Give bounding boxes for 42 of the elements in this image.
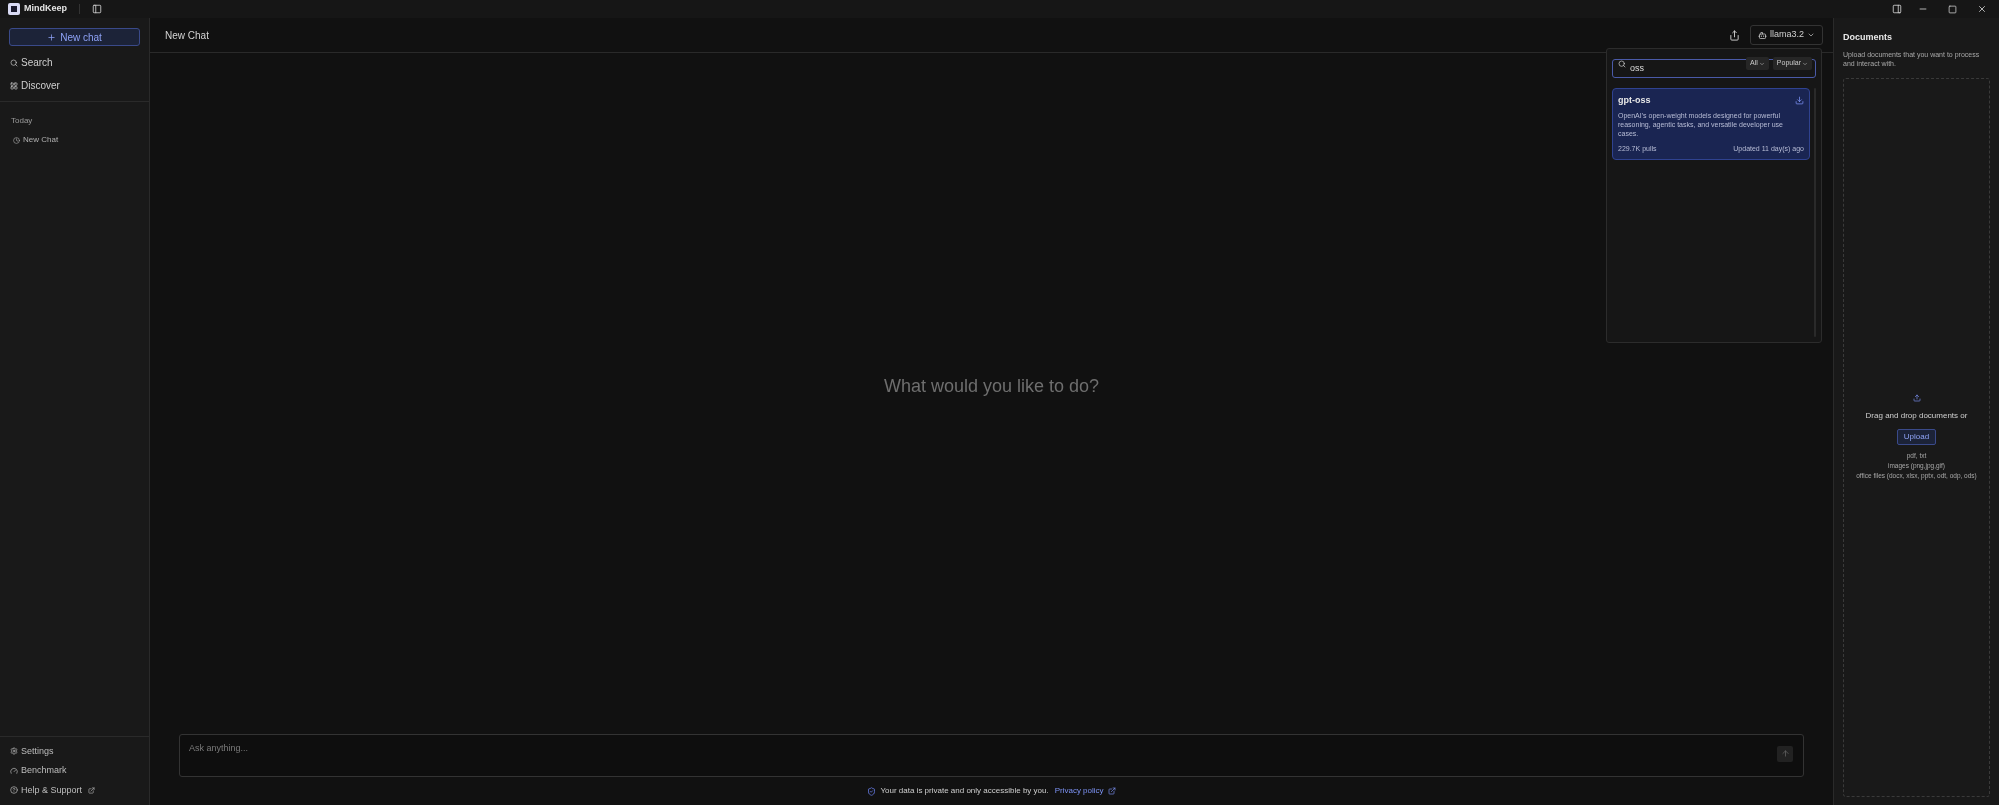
robot-icon bbox=[1757, 30, 1767, 40]
chevron-down-icon bbox=[1758, 60, 1765, 67]
share-icon[interactable] bbox=[1728, 29, 1740, 41]
empty-state-prompt: What would you like to do? bbox=[883, 374, 1100, 398]
external-link-icon[interactable] bbox=[1107, 787, 1116, 795]
theme-toggle-icon[interactable] bbox=[1892, 4, 1902, 14]
upload-icon bbox=[1912, 394, 1921, 403]
close-icon[interactable] bbox=[1977, 4, 1987, 14]
documents-title: Documents bbox=[1843, 31, 1893, 44]
chat-title: New Chat bbox=[165, 28, 209, 43]
sidebar-toggle-icon[interactable] bbox=[92, 4, 102, 14]
plus-icon bbox=[47, 32, 57, 42]
app-name: MindKeep bbox=[24, 2, 67, 16]
chevron-down-icon bbox=[1802, 60, 1808, 67]
shield-icon bbox=[867, 786, 877, 796]
privacy-note: Your data is private and only accessible by you. bbox=[880, 785, 1049, 797]
sidebar-nav-item[interactable]: Discover bbox=[10, 78, 139, 93]
privacy-policy-link[interactable]: Privacy policy bbox=[1054, 785, 1104, 797]
sidebar-footer-item[interactable]: Benchmark bbox=[10, 764, 139, 778]
sidebar-footer-item[interactable]: Help & Support bbox=[10, 783, 139, 797]
clock-icon bbox=[13, 136, 20, 144]
history-heading: Today bbox=[10, 115, 34, 127]
arrow-up-icon bbox=[1780, 749, 1790, 758]
gauge-icon bbox=[10, 766, 18, 775]
help-icon bbox=[10, 786, 18, 795]
new-chat-button[interactable]: New chat bbox=[9, 28, 140, 46]
model-name: gpt-oss bbox=[1618, 94, 1652, 107]
maximize-icon[interactable] bbox=[1948, 4, 1957, 14]
settings-icon bbox=[10, 747, 18, 756]
upload-button[interactable]: Upload bbox=[1896, 429, 1937, 446]
sidebar-footer-item[interactable]: Settings bbox=[10, 744, 139, 758]
sidebar-nav-item[interactable]: Search bbox=[10, 55, 139, 70]
download-icon[interactable] bbox=[1795, 96, 1804, 106]
search-icon bbox=[10, 58, 18, 67]
drop-text: Drag and drop documents or bbox=[1865, 410, 1968, 423]
chat-history-item[interactable]: New Chat bbox=[6, 132, 143, 148]
chevron-down-icon bbox=[1807, 31, 1815, 39]
search-icon bbox=[1618, 60, 1626, 68]
message-input[interactable]: Ask anything... bbox=[179, 734, 1804, 777]
app-logo-icon bbox=[8, 3, 20, 15]
model-selector[interactable]: llama3.2 bbox=[1749, 25, 1823, 45]
grid-icon bbox=[10, 81, 18, 90]
